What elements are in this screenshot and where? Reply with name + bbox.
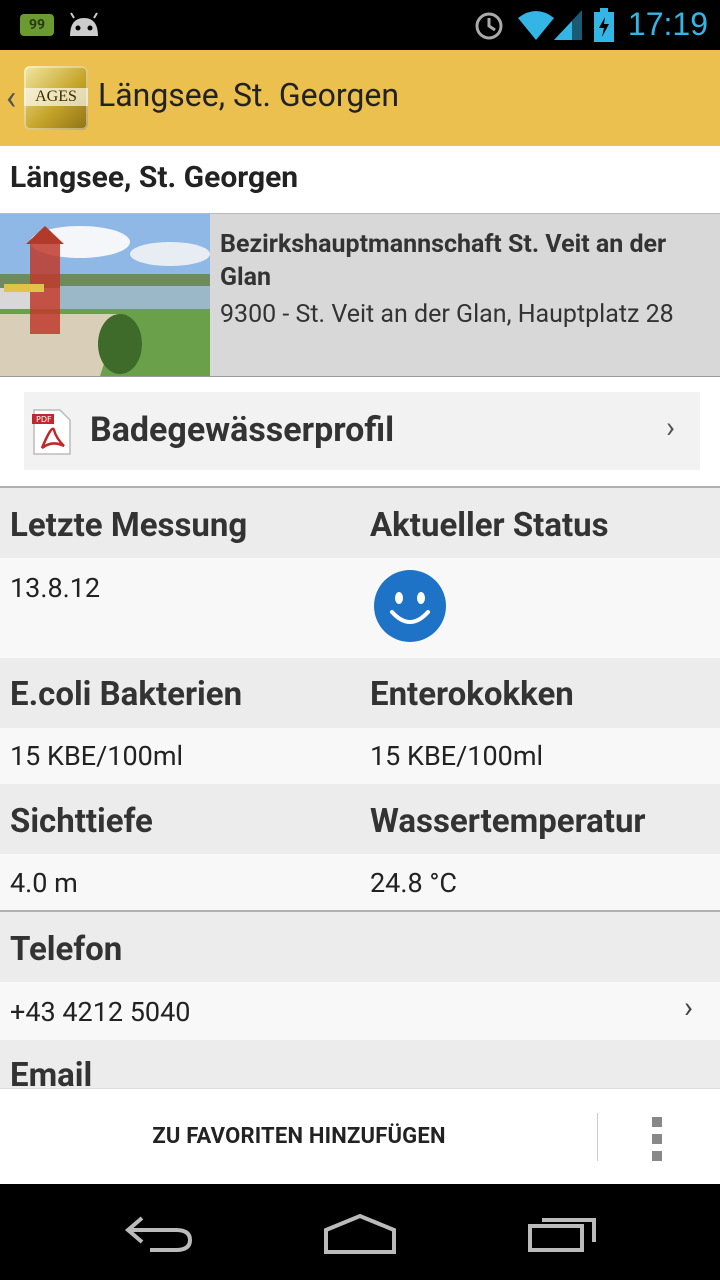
battery-notification-icon: 99 [20, 14, 54, 36]
measurement-value-row [0, 558, 720, 658]
ecoli-label: E.coli Bakterien [10, 675, 243, 714]
clock: 17:19 [627, 6, 708, 42]
back-icon[interactable] [124, 1214, 196, 1254]
up-caret-icon[interactable]: ‹ [6, 78, 16, 118]
enterococci-label: Enterokokken [370, 675, 574, 714]
battery-charging-icon [594, 8, 614, 42]
profile-link[interactable]: PDF Badegewässerprofil › [24, 392, 700, 470]
smiley-icon [374, 570, 446, 642]
authority-card: Bezirkshauptmannschaft St. Veit an der G… [0, 213, 720, 377]
enterococci-value: 15 KBE/100ml [370, 740, 544, 772]
bottom-action-bar: ZU FAVORITEN HINZUFÜGEN [0, 1088, 720, 1185]
home-icon[interactable] [322, 1212, 398, 1256]
email-header-row [0, 1040, 720, 1088]
pdf-icon: PDF [32, 409, 71, 455]
alarm-icon [475, 12, 503, 40]
logo-text: AGES [24, 88, 88, 106]
app-logo[interactable]: AGES [24, 66, 88, 130]
action-bar: ‹ AGES Längsee, St. Georgen [0, 50, 720, 146]
current-status-label: Aktueller Status [370, 506, 609, 545]
android-icon [70, 12, 98, 36]
authority-address: 9300 - St. Veit an der Glan, Hauptplatz … [220, 300, 674, 329]
phone-value[interactable]: +43 4212 5040 [10, 996, 190, 1028]
signal-icon [554, 10, 582, 40]
recent-apps-icon[interactable] [526, 1212, 598, 1254]
visibility-label: Sichttiefe [10, 802, 153, 841]
water-temp-label: Wassertemperatur [370, 802, 646, 841]
water-temp-value: 24.8 °C [370, 867, 457, 899]
chevron-right-icon: › [666, 410, 676, 445]
phone-label: Telefon [10, 930, 123, 969]
status-bar: 99 17:19 [0, 0, 720, 50]
svg-text:PDF: PDF [36, 415, 52, 424]
chevron-right-icon: › [684, 990, 694, 1025]
authority-name: Bezirkshauptmannschaft St. Veit an der G… [220, 230, 667, 292]
system-navigation-bar [0, 1184, 720, 1280]
ecoli-value: 15 KBE/100ml [10, 740, 184, 772]
last-measurement-label: Letzte Messung [10, 506, 248, 545]
water-value-row [0, 854, 720, 910]
add-to-favorites-button[interactable]: ZU FAVORITEN HINZUFÜGEN [0, 1089, 598, 1185]
overflow-menu-icon[interactable] [652, 1117, 664, 1161]
last-measurement-value: 13.8.12 [10, 572, 101, 604]
page-title: Längsee, St. Georgen [10, 160, 299, 195]
profile-label: Badegewässerprofil [90, 410, 395, 450]
lake-photo [0, 214, 210, 376]
action-bar-title: Längsee, St. Georgen [98, 76, 399, 114]
separator [597, 1113, 598, 1161]
wifi-icon [518, 11, 554, 40]
visibility-value: 4.0 m [10, 867, 78, 899]
